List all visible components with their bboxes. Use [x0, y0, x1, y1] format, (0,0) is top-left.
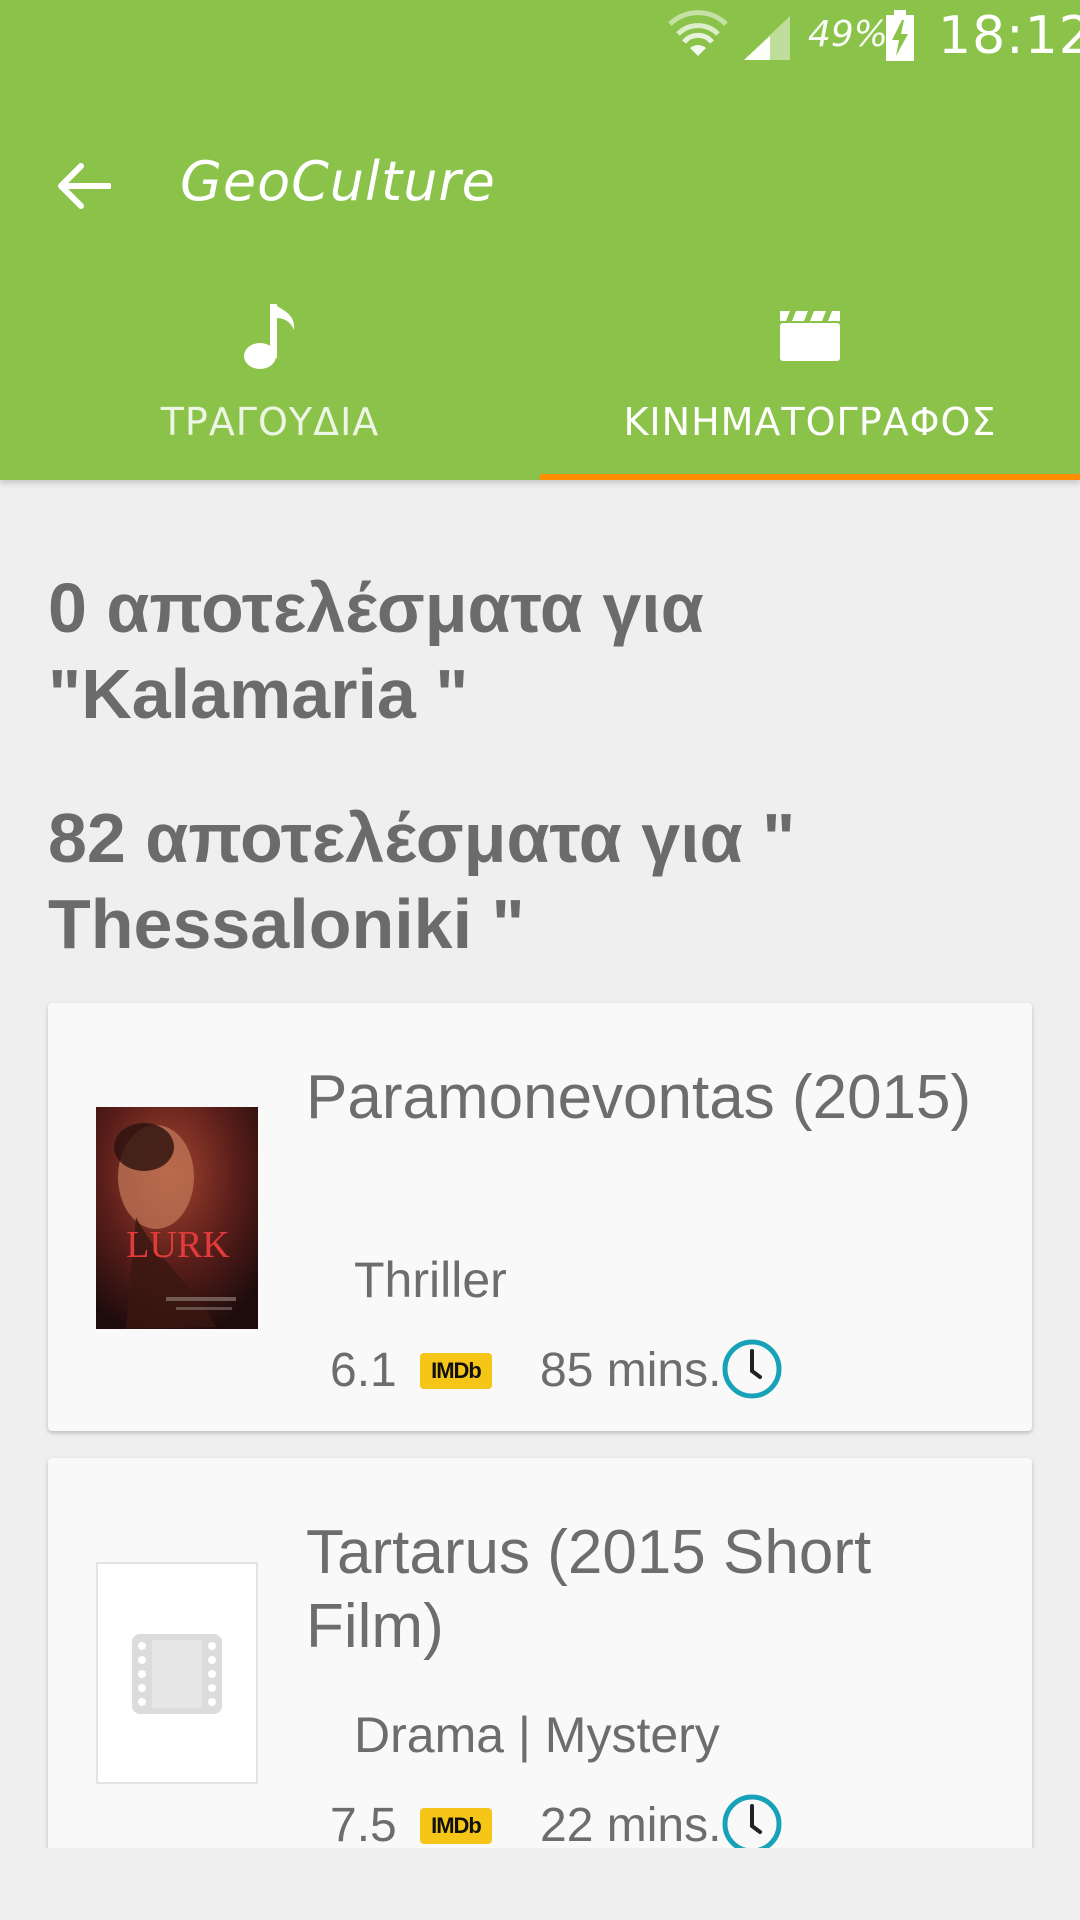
movie-duration: 85 mins. — [540, 1344, 722, 1397]
selected-tab-indicator — [540, 474, 1080, 480]
tab-cinema[interactable]: ΚΙΝΗΜΑΤΟΓΡΑΦΟΣ — [540, 280, 1080, 480]
movie-genre: Drama | Mystery — [354, 1707, 720, 1763]
status-time: 18:12 — [938, 6, 1080, 66]
movie-card[interactable]: Tartarus (2015 Short Film) Drama | Myste… — [48, 1458, 1032, 1858]
status-bar: 49% 18:12 — [0, 0, 1080, 75]
imdb-rating: 6.1 — [330, 1344, 397, 1397]
poster-title-text: LURK — [126, 1224, 230, 1266]
tab-songs-label: ΤΡΑΓΟΥΔΙΑ — [160, 400, 380, 444]
imdb-rating: 7.5 — [330, 1799, 397, 1852]
imdb-logo: IMDb — [420, 1353, 492, 1389]
signal-icon — [744, 16, 790, 60]
arrow-back-icon — [58, 163, 111, 209]
movie-meta: 6.1 IMDb 85 mins. — [330, 1339, 930, 1403]
movie-clapper-icon — [775, 300, 845, 370]
film-strip-icon — [132, 1634, 222, 1714]
tab-songs[interactable]: ΤΡΑΓΟΥΔΙΑ — [0, 280, 540, 480]
app-bar: 49% 18:12 GeoCulture ΤΡΑΓΟΥΔΙΑ ΚΙΝΗΜΑΤΟΓ… — [0, 0, 1080, 480]
toolbar: GeoCulture — [0, 120, 1080, 250]
battery-charging-icon — [886, 10, 914, 61]
clock-icon — [722, 1794, 782, 1854]
battery-percent: 49% — [808, 14, 889, 55]
movie-title: Tartarus (2015 Short Film) — [306, 1518, 872, 1661]
results-heading-kalamaria: 0 αποτελέσματα για "Kalamaria " — [48, 569, 704, 733]
app-title: GeoCulture — [180, 150, 496, 213]
bottom-strip — [0, 1848, 1080, 1920]
imdb-logo: IMDb — [420, 1808, 492, 1844]
tab-cinema-label: ΚΙΝΗΜΑΤΟΓΡΑΦΟΣ — [623, 400, 997, 444]
movie-poster-placeholder — [96, 1562, 258, 1784]
movie-title: Paramonevontas (2015) — [306, 1063, 972, 1132]
music-note-icon — [235, 300, 305, 370]
clock-icon — [722, 1339, 782, 1399]
movie-genre: Thriller — [354, 1252, 507, 1308]
wifi-icon — [668, 10, 728, 56]
results-heading-thessaloniki: 82 αποτελέσματα για " Thessaloniki " — [48, 799, 796, 963]
movie-card[interactable]: LURK Paramonevontas (2015) Thriller 6.1 … — [48, 1003, 1032, 1431]
movie-poster: LURK — [96, 1107, 258, 1329]
tab-bar: ΤΡΑΓΟΥΔΙΑ ΚΙΝΗΜΑΤΟΓΡΑΦΟΣ — [0, 280, 1080, 480]
movie-duration: 22 mins. — [540, 1799, 722, 1852]
back-button[interactable] — [44, 152, 124, 220]
